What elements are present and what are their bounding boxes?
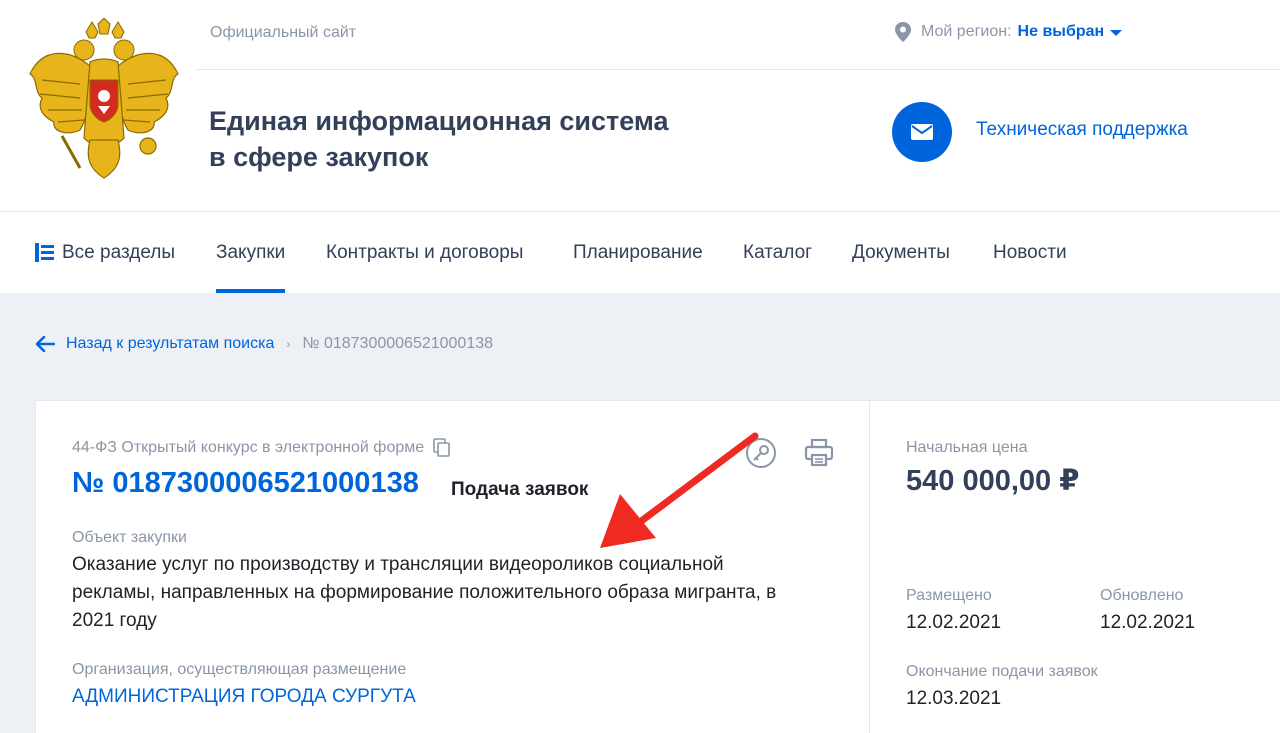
breadcrumb-current: № 0187300006521000138 (302, 335, 494, 352)
official-site-label: Официальный сайт (210, 24, 357, 41)
nav-item-label: Закупки (216, 241, 286, 263)
breadcrumb: Назад к результатам поиска › № 018730000… (35, 335, 493, 353)
purchase-type-label: 44-ФЗ Открытый конкурс в электронной фор… (72, 439, 425, 456)
sections-icon (35, 243, 54, 262)
print-icon[interactable] (803, 437, 835, 469)
nav-item-purchases[interactable]: Закупки (216, 212, 286, 293)
nav-item-documents[interactable]: Документы (852, 212, 950, 293)
price-label: Начальная цена (906, 439, 1028, 456)
deadline-value: 12.03.2021 (906, 688, 1002, 709)
coat-of-arms-icon[interactable] (28, 18, 180, 180)
nav-item-contracts[interactable]: Контракты и договоры (326, 212, 523, 293)
purchase-stage: Подача заявок (451, 479, 589, 500)
region-label: Мой регион: (921, 23, 1012, 40)
arrow-left-icon[interactable] (35, 336, 55, 352)
updated-label: Обновлено (1100, 587, 1184, 604)
support-link[interactable]: Техническая поддержка (976, 119, 1188, 141)
annotation-arrow-icon (600, 432, 759, 548)
nav-item-all-sections[interactable]: Все разделы (35, 212, 175, 293)
price-value: 540 000,00 ₽ (906, 465, 1080, 497)
posted-value: 12.02.2021 (906, 612, 1002, 633)
nav-item-news[interactable]: Новости (993, 212, 1067, 293)
registry-number[interactable]: № 0187300006521000138 (72, 467, 419, 500)
site-title[interactable]: Единая информационная система в сфере за… (209, 103, 669, 175)
organization-link[interactable]: АДМИНИСТРАЦИЯ ГОРОДА СУРГУТА (72, 686, 416, 708)
organization-label: Организация, осуществляющая размещение (72, 661, 407, 678)
nav-item-label: Каталог (743, 241, 813, 263)
site-title-line2: в сфере закупок (209, 142, 429, 172)
breadcrumb-separator: › (286, 337, 291, 351)
nav-item-catalog[interactable]: Каталог (743, 212, 812, 293)
support-button[interactable] (892, 102, 952, 162)
object-description: Оказание услуг по производству и трансля… (72, 554, 777, 631)
copy-icon[interactable] (433, 438, 451, 458)
main-nav: Все разделы Закупки Контракты и договоры… (0, 212, 1280, 293)
chevron-down-icon[interactable] (1110, 29, 1123, 36)
site-title-line1: Единая информационная система (209, 106, 669, 136)
nav-item-label: Документы (852, 241, 950, 263)
deadline-label: Окончание подачи заявок (906, 663, 1098, 680)
nav-item-label: Новости (993, 241, 1067, 263)
nav-item-label: Все разделы (62, 241, 175, 263)
nav-item-label: Планирование (573, 241, 703, 263)
region-selector[interactable]: Мой регион: Не выбран (894, 22, 1123, 42)
object-label: Объект закупки (72, 529, 187, 546)
region-value[interactable]: Не выбран (1018, 23, 1105, 41)
nav-item-planning[interactable]: Планирование (573, 212, 703, 293)
site-header: Официальный сайт Мой регион: Не выбран Е… (0, 0, 1280, 212)
location-pin-icon (895, 22, 911, 42)
purchase-type: 44-ФЗ Открытый конкурс в электронной фор… (72, 438, 451, 458)
price-panel: Начальная цена 540 000,00 ₽ Размещено 12… (869, 400, 1280, 733)
nav-item-label: Контракты и договоры (326, 241, 524, 263)
header-divider (196, 69, 1280, 70)
posted-label: Размещено (906, 587, 992, 604)
mail-icon (911, 124, 933, 140)
back-to-results-link[interactable]: Назад к результатам поиска (66, 335, 274, 353)
updated-value: 12.02.2021 (1100, 612, 1196, 633)
